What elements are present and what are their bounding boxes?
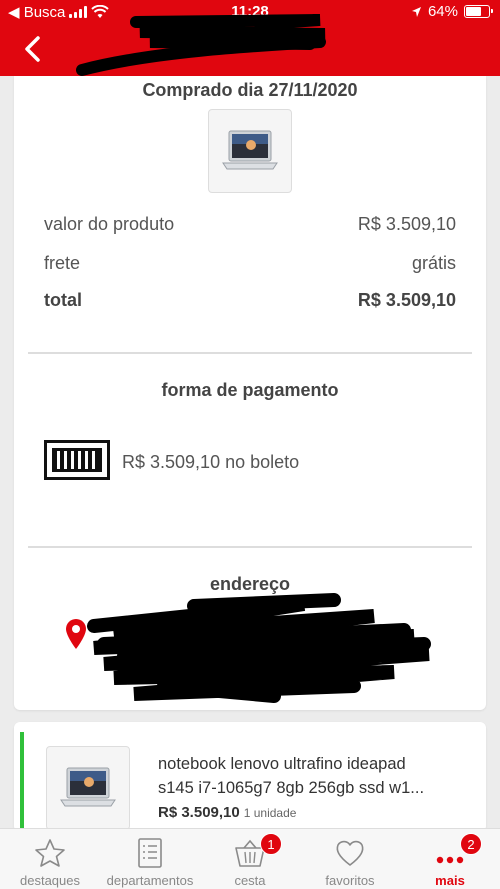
payment-title: forma de pagamento — [161, 380, 339, 400]
row-label: valor do produto — [44, 214, 175, 234]
tab-label: cesta — [234, 873, 266, 888]
product-image — [208, 109, 292, 193]
tab-label: favoritos — [325, 873, 375, 888]
barcode-icon — [44, 440, 110, 480]
battery-percent: 64% — [427, 3, 458, 20]
cart-count-badge: 1 — [260, 833, 282, 855]
purchase-date: Comprado dia 27/11/2020 — [142, 80, 358, 100]
battery-icon — [464, 5, 493, 18]
product-value-row: valor do produto R$ 3.509,10 — [44, 214, 456, 235]
row-label: frete — [44, 253, 81, 273]
divider — [28, 352, 472, 354]
item-quantity: 1 unidade — [243, 806, 297, 820]
back-button[interactable] — [18, 34, 48, 66]
item-name: notebook lenovo ultrafino ideapad s145 i… — [158, 752, 458, 800]
row-value: R$ 3.509,10 — [357, 290, 456, 310]
tab-destaques[interactable]: destaques — [0, 829, 100, 889]
item-price-line: R$ 3.509,10 1 unidade — [158, 804, 296, 821]
row-label: total — [44, 290, 82, 310]
heart-icon — [336, 840, 364, 866]
tab-label: departamentos — [106, 873, 194, 888]
row-value: R$ 3.509,10 — [357, 214, 456, 234]
laptop-icon — [222, 130, 278, 170]
item-name-line: s145 i7-1065g7 8gb 256gb ssd w1... — [158, 779, 425, 797]
redacted-title-scribble — [76, 14, 326, 76]
tab-departamentos[interactable]: departamentos — [100, 829, 200, 889]
shipping-row: frete grátis — [44, 253, 456, 274]
tab-label: mais — [435, 873, 465, 888]
tab-cesta[interactable]: 1 cesta — [200, 829, 300, 889]
order-item-card[interactable]: notebook lenovo ultrafino ideapad s145 i… — [14, 722, 486, 832]
tab-favoritos[interactable]: favoritos — [300, 829, 400, 889]
item-price: R$ 3.509,10 — [158, 804, 240, 821]
delivery-status-indicator — [20, 732, 24, 832]
total-row: total R$ 3.509,10 — [44, 290, 456, 311]
chevron-left-icon — [25, 36, 40, 62]
item-name-line: notebook lenovo ultrafino ideapad — [158, 755, 406, 773]
redacted-address-scribble — [87, 593, 431, 703]
notification-badge: 2 — [460, 833, 482, 855]
divider — [28, 546, 472, 548]
bottom-tab-bar: destaques departamentos 1 cesta favorito… — [0, 828, 500, 889]
row-value: grátis — [411, 253, 456, 273]
payment-method-text: R$ 3.509,10 no boleto — [122, 452, 300, 472]
star-icon — [35, 839, 65, 867]
tab-label: destaques — [20, 873, 80, 888]
item-image — [46, 746, 130, 830]
laptop-icon — [60, 767, 116, 807]
location-icon — [411, 6, 421, 17]
tab-mais[interactable]: 2 mais — [400, 829, 500, 889]
list-icon — [138, 838, 162, 868]
order-summary-card: Comprado dia 27/11/2020 valor do produto… — [14, 76, 486, 710]
